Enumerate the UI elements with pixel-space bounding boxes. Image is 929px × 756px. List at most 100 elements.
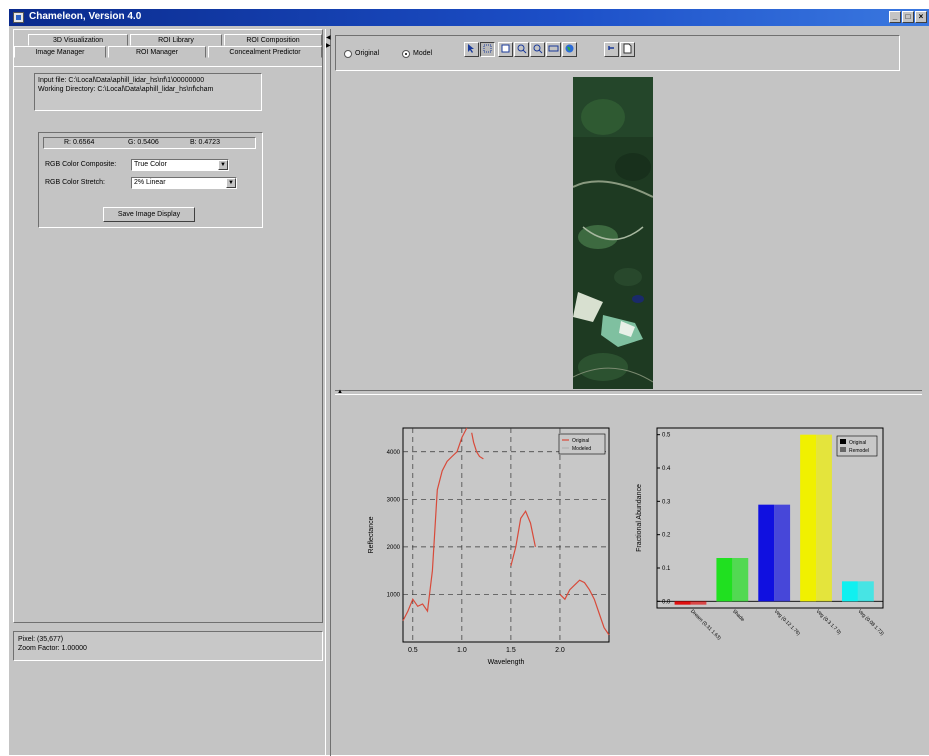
tab-roi-composition[interactable]: ROI Composition	[224, 34, 322, 46]
tab-image-manager[interactable]: Image Manager	[14, 46, 106, 58]
status-readout: Pixel: (35,677) Zoom Factor: 1.00000	[13, 631, 323, 661]
select-icon[interactable]	[480, 42, 495, 57]
red-value: R: 0.6564	[64, 139, 95, 146]
legend-label: Modeled	[572, 446, 591, 452]
file-info-box: Input file: C:\Local\Data\aphill_lidar_h…	[34, 73, 262, 111]
x-tick-label: 0.5	[408, 647, 418, 654]
fit-icon[interactable]	[546, 42, 561, 57]
y-tick-label: 0.5	[662, 433, 671, 439]
minimize-button[interactable]: _	[889, 11, 901, 23]
image-manager-panel: Input file: C:\Local\Data\aphill_lidar_h…	[14, 66, 322, 622]
bar-remodel	[816, 434, 832, 602]
zoom-factor-readout: Zoom Factor: 1.00000	[18, 645, 87, 652]
vertical-splitter[interactable]: ◀ ▶	[325, 29, 331, 756]
legend-swatch	[840, 439, 846, 444]
tab-concealment-predictor[interactable]: Concealment Predictor	[208, 46, 322, 58]
x-axis-label: Wavelength	[488, 659, 525, 666]
color-stretch-select[interactable]: 2% Linear ▼	[131, 177, 237, 189]
y-tick-label: 2000	[387, 545, 401, 551]
chart-legend: Original Modeled	[558, 433, 606, 455]
input-file-text: Input file: C:\Local\Data\aphill_lidar_h…	[38, 77, 205, 84]
chevron-down-icon[interactable]: ▼	[218, 160, 228, 170]
y-tick-label: 1000	[387, 592, 401, 598]
bar-original	[758, 504, 775, 602]
satellite-image[interactable]	[573, 77, 653, 389]
x-tick-label: Veg (0.12 1.76)	[773, 609, 802, 638]
x-tick-label: Veg (0.3 1.7 0)	[815, 609, 843, 637]
title-bar[interactable]: Chameleon, Version 4.0 _ □ ×	[9, 9, 929, 26]
abundance-chart: 0.0 0.1 0.2 0.3 0.4 0.5 Fractional Abundance Dr…	[636, 427, 885, 642]
y-tick-label: 0.1	[662, 566, 671, 572]
expand-right-icon[interactable]: ▶	[326, 43, 331, 49]
save-image-display-button[interactable]: Save Image Display	[103, 207, 195, 222]
bar-original	[716, 558, 733, 602]
toolbar: Original Model	[335, 35, 900, 71]
legend-label: Remodel	[849, 448, 869, 454]
tab-3d-visualization[interactable]: 3D Visualization	[28, 34, 128, 46]
zoom-in-icon[interactable]	[514, 42, 529, 57]
y-tick-label: 0.2	[662, 533, 671, 539]
rgb-values-readout: R: 0.6564 G: 0.5406 B: 0.4723	[43, 137, 256, 149]
color-composite-select[interactable]: True Color ▼	[131, 159, 229, 171]
y-axis-label: Reflectance	[368, 516, 375, 553]
x-tick-label: 2.0	[555, 647, 565, 654]
y-tick-label: 3000	[387, 497, 401, 503]
blue-value: B: 0.4723	[190, 139, 220, 146]
horizontal-splitter[interactable]: ▲	[335, 389, 922, 395]
tab-roi-library[interactable]: ROI Library	[130, 34, 222, 46]
x-tick-label: Veg (0.08 1.73)	[856, 609, 885, 638]
legend-label: Original	[849, 440, 866, 446]
application-window: Chameleon, Version 4.0 _ □ × 3D Visualiz…	[8, 8, 929, 756]
y-axis-label: Fractional Abundance	[636, 484, 643, 552]
chart-legend: Original Remodel	[836, 435, 878, 457]
zoom-out-icon[interactable]	[530, 42, 545, 57]
collapse-up-icon[interactable]: ▲	[337, 389, 343, 395]
y-tick-label: 0.4	[662, 466, 671, 472]
bar-remodel	[732, 558, 749, 602]
crop-icon[interactable]	[498, 42, 513, 57]
color-composite-value: True Color	[134, 161, 167, 168]
maximize-button[interactable]: □	[902, 11, 914, 23]
bar-remodel	[857, 581, 874, 602]
left-panel: 3D Visualization ROI Library ROI Composi…	[13, 29, 323, 756]
page-icon[interactable]	[620, 42, 635, 57]
image-display[interactable]	[335, 73, 920, 389]
bar-original	[841, 581, 858, 602]
green-value: G: 0.5406	[128, 139, 159, 146]
bar-remodel	[774, 504, 791, 602]
pointer-icon[interactable]	[464, 42, 479, 57]
y-tick-label: 0.0	[662, 599, 671, 605]
close-button[interactable]: ×	[915, 11, 927, 23]
x-tick-label: 1.0	[457, 647, 467, 654]
tab-roi-manager[interactable]: ROI Manager	[108, 46, 206, 58]
tab-control: 3D Visualization ROI Library ROI Composi…	[13, 29, 323, 623]
color-stretch-label: RGB Color Stretch:	[45, 179, 105, 186]
original-radio[interactable]	[344, 50, 352, 58]
color-composite-label: RGB Color Composite:	[45, 161, 117, 168]
bar-original	[800, 434, 817, 602]
undo-icon[interactable]	[604, 42, 619, 57]
model-radio-label: Model	[413, 50, 433, 57]
spectrum-chart: 0.5 1.0 1.5 2.0 1000 2000 3000 4000 Wavelength Re…	[368, 427, 610, 666]
model-radio[interactable]	[402, 50, 410, 58]
x-tick-label: Shade	[731, 609, 746, 624]
y-tick-label: 4000	[387, 450, 401, 456]
pixel-readout: Pixel: (35,677)	[18, 636, 64, 643]
bar-original	[674, 601, 691, 605]
collapse-left-icon[interactable]: ◀	[326, 35, 331, 41]
app-icon[interactable]	[13, 12, 24, 23]
plot-area	[402, 427, 610, 643]
rgb-settings-group: R: 0.6564 G: 0.5406 B: 0.4723 RGB Color …	[38, 132, 263, 228]
chevron-down-icon[interactable]: ▼	[226, 178, 236, 188]
legend-label: Original	[572, 438, 589, 444]
bar-remodel	[690, 601, 707, 605]
globe-icon[interactable]	[562, 42, 577, 57]
legend-swatch	[840, 447, 846, 452]
original-radio-label: Original	[355, 50, 380, 57]
working-directory-text: Working Directory: C:\Local\Data\aphill_…	[38, 86, 214, 93]
x-tick-label: Dream (0.31 1.63)	[689, 609, 722, 642]
window-title: Chameleon, Version 4.0	[29, 11, 142, 22]
color-stretch-value: 2% Linear	[134, 179, 166, 186]
x-tick-label: 1.5	[506, 647, 516, 654]
y-tick-label: 0.3	[662, 499, 671, 505]
